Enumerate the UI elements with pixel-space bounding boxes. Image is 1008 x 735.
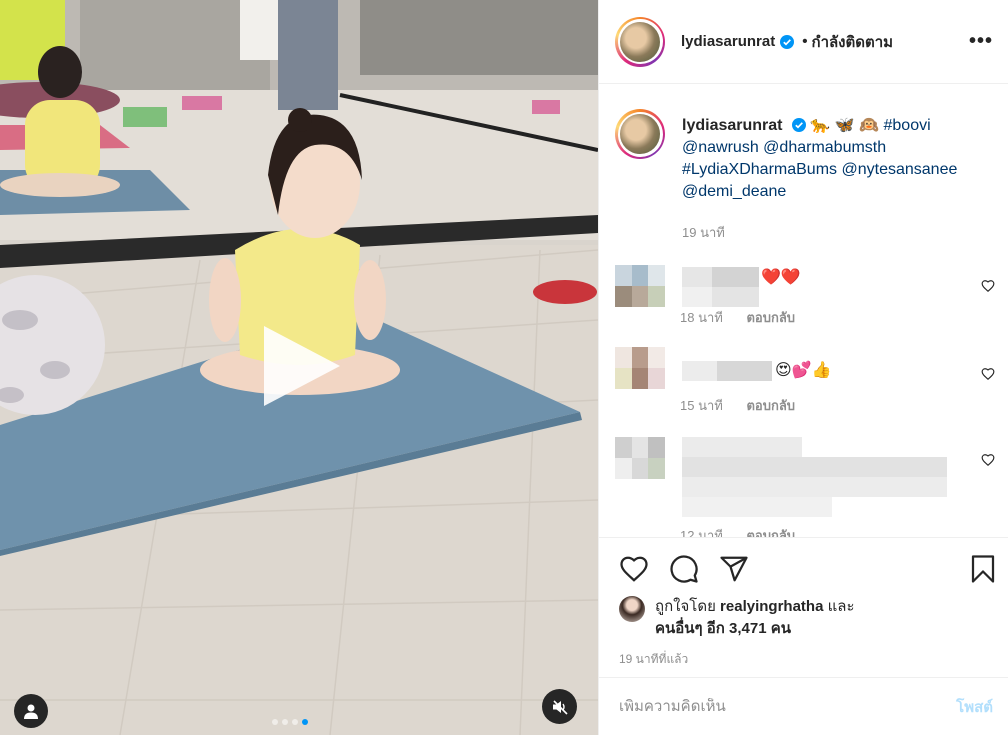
- heart-icon[interactable]: [981, 453, 995, 467]
- speaker-muted-icon: [552, 699, 568, 715]
- post-header: lydiasarunrat • กำลังติดตาม •••: [599, 0, 1008, 84]
- caption-time: 19 นาที: [682, 225, 725, 240]
- blurred-text: [682, 287, 712, 307]
- caption-avatar: [620, 114, 660, 154]
- blurred-text: [682, 457, 947, 477]
- post-comment-button[interactable]: โพสต์: [956, 695, 993, 719]
- blurred-username: [682, 437, 802, 457]
- blurred-username: [682, 361, 717, 381]
- post-sidebar: lydiasarunrat • กำลังติดตาม ••• lydiasar…: [598, 0, 1008, 735]
- liker-avatar: [619, 596, 645, 622]
- reply-button[interactable]: ตอบกลับ: [746, 528, 795, 537]
- play-button[interactable]: [260, 326, 340, 406]
- instagram-post-modal: lydiasarunrat • กำลังติดตาม ••• lydiasar…: [0, 0, 1008, 735]
- likes-others-link[interactable]: คนอื่นๆ อีก 3,471 คน: [655, 620, 791, 637]
- heart-icon[interactable]: [981, 279, 995, 293]
- blurred-text: [682, 497, 832, 517]
- comment-input[interactable]: [619, 698, 957, 715]
- likes-summary: ถูกใจโดย realyingrhatha และ คนอื่นๆ อีก …: [619, 596, 855, 640]
- comment-item: ❤️❤️ 18 นาที ตอบกลับ: [615, 265, 995, 345]
- comments-list[interactable]: lydiasarunrat 🐆 🦋 🙉 #boovi @nawrush @dha…: [599, 85, 1008, 537]
- liker-username[interactable]: realyingrhatha: [720, 598, 823, 615]
- reply-button[interactable]: ตอบกลับ: [746, 398, 795, 413]
- caption: [615, 109, 665, 159]
- mention-link[interactable]: @nawrush: [682, 139, 759, 156]
- caption-story-ring[interactable]: [615, 109, 665, 159]
- reply-button[interactable]: ตอบกลับ: [746, 310, 795, 325]
- comment-icon[interactable]: [669, 554, 699, 584]
- story-ring[interactable]: [615, 16, 665, 67]
- save-bookmark-icon[interactable]: [969, 554, 997, 584]
- share-icon[interactable]: [719, 554, 749, 584]
- carousel-dot-active: [302, 719, 308, 725]
- comment-emoji: ❤️❤️: [761, 269, 801, 286]
- liked-and: และ: [827, 598, 855, 615]
- more-options-icon[interactable]: •••: [969, 30, 993, 53]
- comment-item: 12 นาที ตอบกลับ: [615, 437, 995, 537]
- header-separator: •: [802, 33, 808, 50]
- blurred-avatar: [615, 437, 665, 479]
- blurred-avatar: [615, 347, 665, 389]
- blurred-username: [682, 267, 712, 287]
- post-media[interactable]: [0, 0, 598, 735]
- verified-badge-icon: [791, 118, 806, 132]
- comment-emoji: 😍💕👍: [775, 362, 832, 379]
- hashtag-link[interactable]: #boovi: [884, 117, 931, 134]
- blurred-username: [712, 267, 759, 287]
- mention-link[interactable]: @nytesansanee: [841, 161, 957, 178]
- header-username[interactable]: lydiasarunrat: [681, 33, 775, 50]
- mention-link[interactable]: @demi_deane: [682, 183, 786, 200]
- caption-username[interactable]: lydiasarunrat: [682, 117, 782, 134]
- mute-button[interactable]: [542, 689, 577, 724]
- carousel-dot: [292, 719, 298, 725]
- blurred-text: [712, 287, 759, 307]
- like-heart-icon[interactable]: [619, 554, 649, 584]
- verified-badge-icon: [780, 34, 795, 49]
- carousel-dot: [282, 719, 288, 725]
- blurred-text: [717, 361, 772, 381]
- post-timestamp: 19 นาทีที่แล้ว: [619, 652, 689, 666]
- following-button[interactable]: กำลังติดตาม: [811, 30, 893, 54]
- blurred-avatar: [615, 265, 665, 307]
- heart-icon[interactable]: [981, 367, 995, 381]
- caption-text: lydiasarunrat 🐆 🦋 🙉 #boovi @nawrush @dha…: [682, 115, 997, 203]
- hashtag-link[interactable]: #LydiaXDharmaBums: [682, 161, 837, 178]
- action-bar: ถูกใจโดย realyingrhatha และ คนอื่นๆ อีก …: [599, 537, 1008, 677]
- carousel-indicator: [272, 719, 308, 725]
- liked-by-prefix: ถูกใจโดย: [655, 598, 716, 615]
- carousel-dot: [272, 719, 278, 725]
- tagged-users-button[interactable]: [14, 694, 48, 728]
- user-icon: [24, 704, 38, 719]
- comment-time: 18 นาที: [680, 310, 723, 325]
- comment-time: 12 นาที: [680, 528, 723, 537]
- add-comment-bar: โพสต์: [599, 677, 1008, 735]
- mention-link[interactable]: @dharmabumsth: [763, 139, 886, 156]
- blurred-text: [682, 477, 947, 497]
- comment-item: 😍💕👍 15 นาที ตอบกลับ: [615, 347, 995, 427]
- caption-emojis: 🐆 🦋 🙉: [810, 117, 880, 134]
- comment-time: 15 นาที: [680, 398, 723, 413]
- play-icon: [264, 326, 340, 406]
- avatar: [620, 21, 660, 62]
